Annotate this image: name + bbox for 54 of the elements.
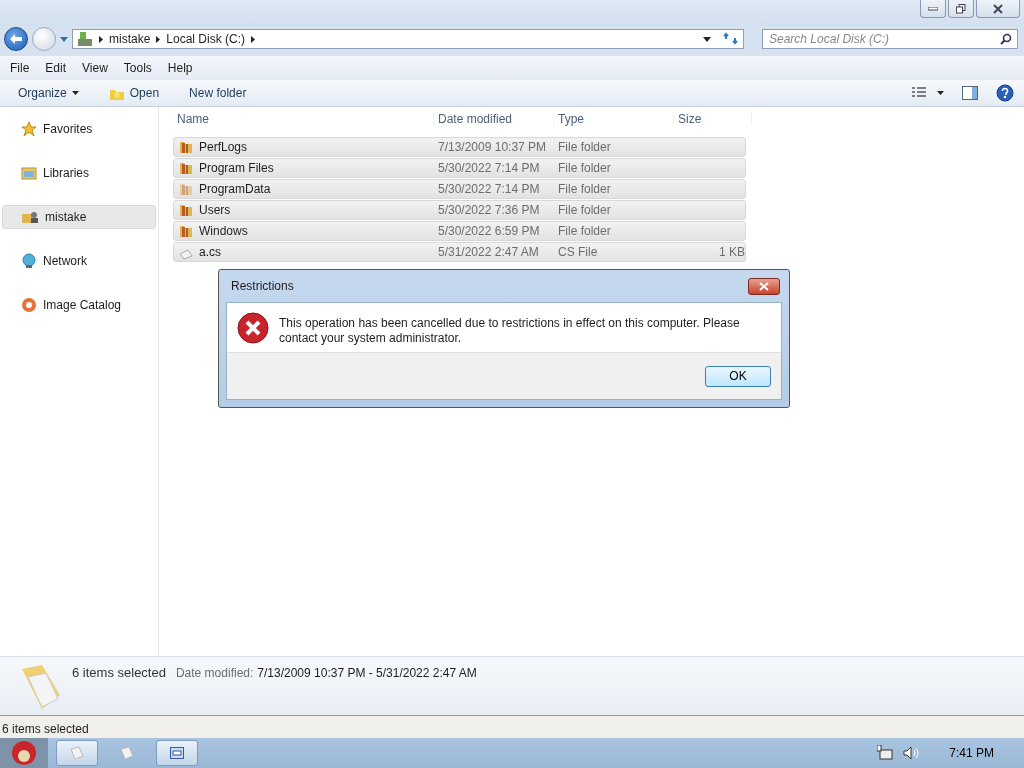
table-cell-text: File folder [557,203,612,217]
file-name: Users [199,203,231,217]
column-header[interactable]: Type [554,112,674,126]
table-cell-text: File folder [557,224,612,238]
table-cell-text: 1 KB [718,245,746,259]
breadcrumb-item[interactable]: mistake [109,32,151,46]
sidebar-item[interactable]: Image Catalog [2,293,156,317]
selection-count: 6 items selected [72,665,166,680]
table-cell-text: 5/30/2022 6:59 PM [437,224,541,238]
file-name: PerfLogs [199,140,248,154]
table-cell-text: 7/13/2009 10:37 PM [437,140,548,154]
table-cell-text: CS File [557,245,599,259]
table-cell-text: 5/31/2022 2:47 AM [437,245,540,259]
file-row[interactable]: PerfLogs 7/13/2009 10:37 PM File folder [173,137,746,157]
error-message: This operation has been cancelled due to restrictions in effect on this computer. Please contact your system administrator. [279,316,741,346]
menu-item[interactable]: Help [161,61,199,75]
address-bar[interactable]: mistake Local Disk (C:) [72,29,744,49]
table-cell-text: File folder [557,161,612,175]
organize-button[interactable]: Organize [12,84,85,102]
sidebar-item[interactable]: Libraries [2,161,156,185]
file-row[interactable]: Program Files 5/30/2022 7:14 PM File folder [173,158,746,178]
sidebar-item[interactable]: Network [2,249,156,273]
table-cell-text: 5/30/2022 7:14 PM [437,182,541,196]
file-name: Program Files [199,161,274,175]
table-cell-text: File folder [557,140,612,154]
file-row[interactable]: Users 5/30/2022 7:36 PM File folder [173,200,746,220]
search-field[interactable]: Search Local Disk (C:) [762,29,1018,49]
file-row[interactable]: ProgramData 5/30/2022 7:14 PM File folder [173,179,746,199]
column-header[interactable]: Date modified [434,112,554,126]
breadcrumb-item[interactable]: Local Disk (C:) [166,32,246,46]
file-name: ProgramData [199,182,271,196]
details-value: 7/13/2009 10:37 PM - 5/31/2022 2:47 AM [257,666,477,680]
details-label: Date modified: [175,666,254,680]
menu-item[interactable]: View [76,61,114,75]
menu-item[interactable]: Edit [39,61,73,75]
ok-button[interactable]: OK [705,365,771,387]
file-row[interactable]: Windows 5/30/2022 6:59 PM File folder [173,221,746,241]
menu-item[interactable]: File [4,61,36,75]
open-button[interactable]: Open [102,84,166,102]
new-folder-button[interactable]: New folder [183,84,253,102]
table-cell-text: File folder [557,182,612,196]
column-header[interactable]: Name [173,112,434,126]
file-name: Windows [199,224,248,238]
column-header[interactable]: Size [674,112,752,126]
menu-item[interactable]: Tools [117,61,158,75]
dialog-title: Restrictions [230,279,294,293]
table-cell-text: 5/30/2022 7:36 PM [437,203,541,217]
clock[interactable]: 7:41 PM [949,746,994,760]
sidebar-item[interactable]: mistake [2,205,156,229]
file-row[interactable]: a.cs 5/31/2022 2:47 AM CS File 1 KB [173,242,746,262]
sidebar-item[interactable]: Favorites [2,117,156,141]
status-text: 6 items selected [1,722,89,738]
file-name: a.cs [199,245,221,259]
table-cell-text: 5/30/2022 7:14 PM [437,161,541,175]
